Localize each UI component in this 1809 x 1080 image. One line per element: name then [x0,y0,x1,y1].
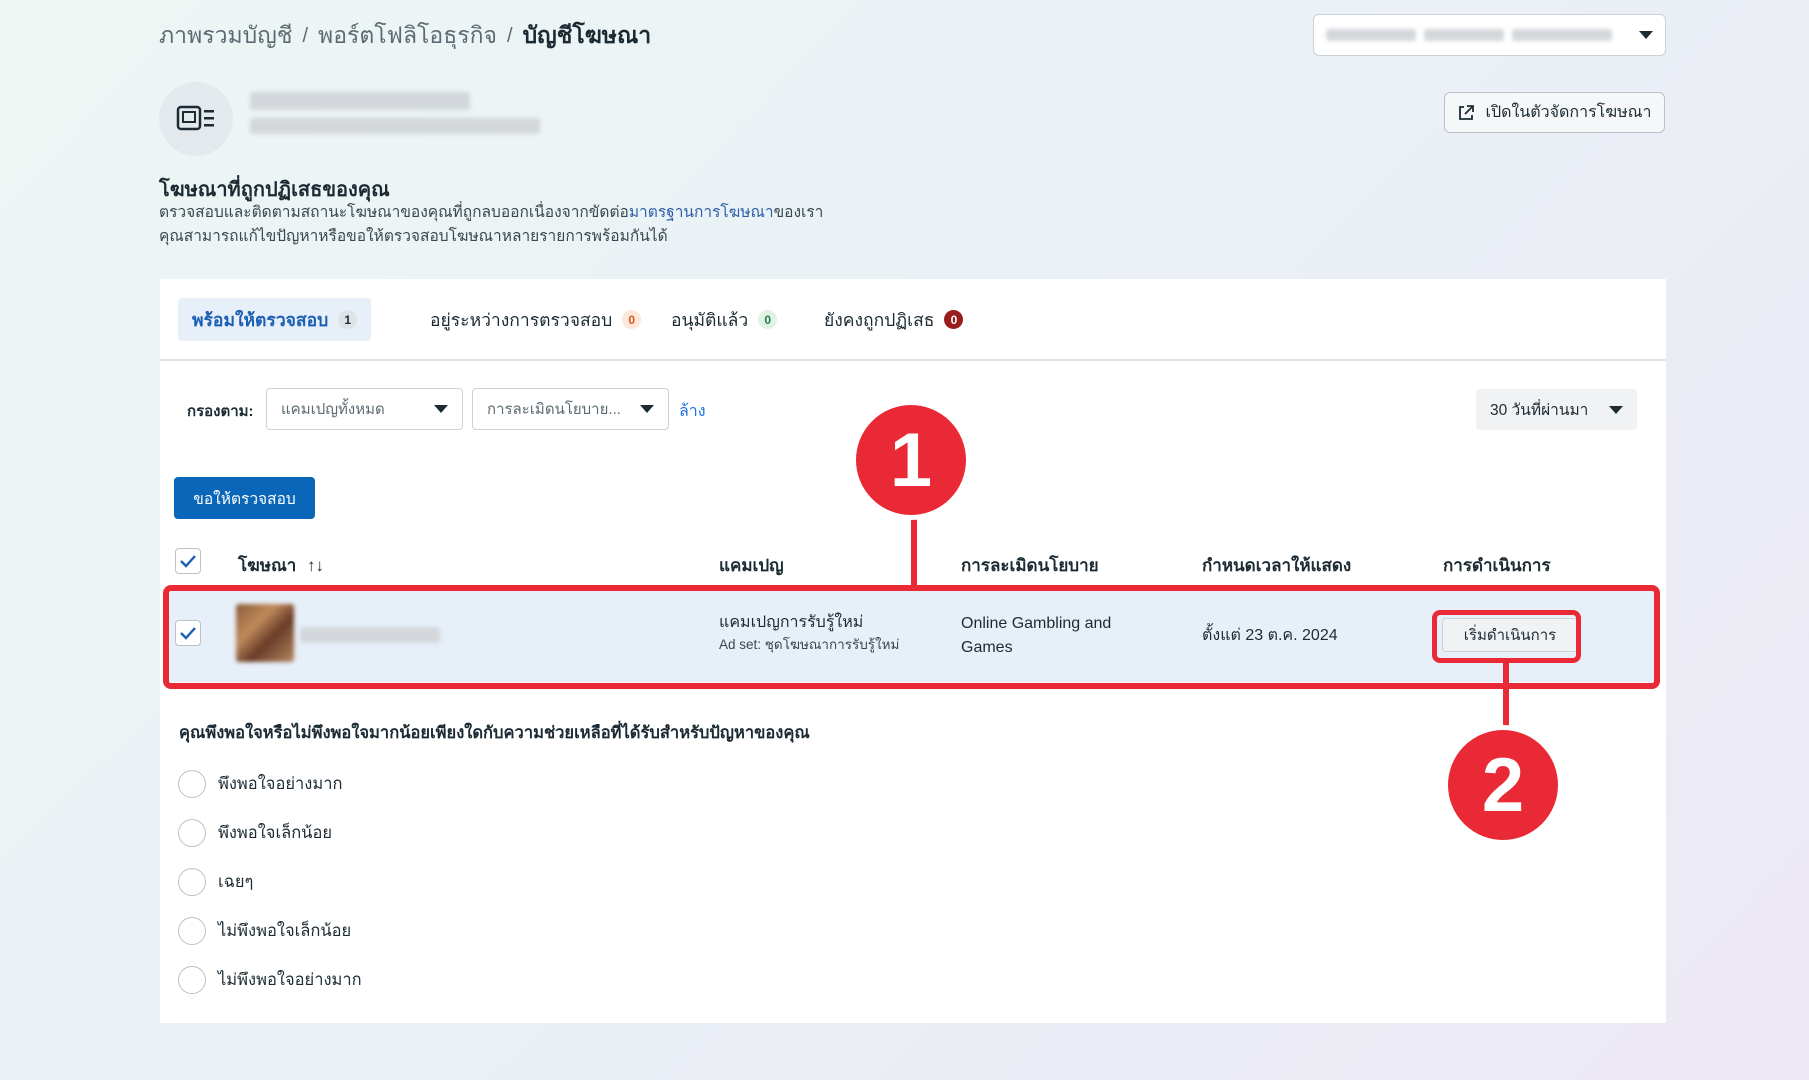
tab-label: อยู่ระหว่างการตรวจสอบ [430,309,613,330]
tab-label: อนุมัติแล้ว [671,309,749,330]
redacted-account-id [250,118,540,134]
sort-icon[interactable]: ↑↓ [307,556,324,575]
annotation-connector [1503,663,1509,729]
column-header-policy: การละเมิดนโยบาย [961,556,1099,575]
policy-filter-dropdown[interactable]: การละเมิดนโยบาย... [472,388,669,430]
radio-label: ไม่พึงพอใจอย่างมาก [218,971,362,989]
column-header-action: การดำเนินการ [1443,556,1551,575]
button-highlight-annotation [1432,610,1581,663]
checkmark-icon [180,555,196,568]
tab-label: ยังคงถูกปฏิเสธ [824,309,935,330]
tab-in-review[interactable]: อยู่ระหว่างการตรวจสอบ 0 [416,298,655,341]
radio-button[interactable] [178,819,206,847]
count-badge: 0 [944,310,964,329]
breadcrumb: ภาพรวมบัญชี / พอร์ตโฟลิโอธุรกิจ / บัญชีโ… [159,18,651,54]
radio-option-somewhat-dissatisfied[interactable]: ไม่พึงพอใจเล็กน้อย [178,917,351,945]
redacted-account-name [1424,29,1504,41]
column-header-campaign: แคมเปญ [719,556,784,575]
radio-button[interactable] [178,770,206,798]
breadcrumb-separator: / [507,24,513,47]
chevron-down-icon [434,405,448,413]
radio-option-very-dissatisfied[interactable]: ไม่พึงพอใจอย่างมาก [178,966,362,994]
breadcrumb-item-ad-account: บัญชีโฆษณา [522,22,652,48]
tab-still-rejected[interactable]: ยังคงถูกปฏิเสธ 0 [810,298,977,341]
status-tabs: พร้อมให้ตรวจสอบ 1 อยู่ระหว่างการตรวจสอบ … [160,279,1666,361]
radio-button[interactable] [178,868,206,896]
advertising-standards-link[interactable]: มาตรฐานการโฆษณา [629,204,774,221]
annotation-marker-2: 2 [1443,725,1563,845]
account-selector[interactable] [1313,14,1666,56]
count-badge: 0 [622,310,642,329]
page-description: ตรวจสอบและติดตามสถานะโฆษณาของคุณที่ถูกลบ… [159,201,823,249]
tab-ready-for-review[interactable]: พร้อมให้ตรวจสอบ 1 [178,298,372,341]
request-review-button[interactable]: ขอให้ตรวจสอบ [174,477,315,519]
external-link-icon [1459,104,1475,120]
count-badge: 1 [338,310,358,329]
radio-option-very-satisfied[interactable]: พึงพอใจอย่างมาก [178,770,342,798]
radio-label: พึงพอใจเล็กน้อย [218,824,333,842]
filter-label: กรองตาม: [187,403,254,420]
date-range-dropdown[interactable]: 30 วันที่ผ่านมา [1476,389,1637,430]
description-text: ของเรา [773,204,824,221]
breadcrumb-item-business-portfolio[interactable]: พอร์ตโฟลิโอธุรกิจ [318,18,497,54]
radio-label: พึงพอใจอย่างมาก [218,775,343,793]
redacted-account-name [1512,29,1612,41]
chevron-down-icon [640,405,654,413]
annotation-connector [911,512,917,586]
radio-label: เฉยๆ [218,873,254,891]
tab-approved[interactable]: อนุมัติแล้ว 0 [657,298,791,341]
radio-button[interactable] [178,966,206,994]
select-all-checkbox[interactable] [175,548,201,574]
clear-filters-link[interactable]: ล้าง [679,399,706,424]
column-header-label: โฆษณา [238,556,297,575]
chevron-down-icon [1639,31,1653,39]
satisfaction-question: คุณพึงพอใจหรือไม่พึงพอใจมากน้อยเพียงใดกั… [179,724,810,742]
open-in-ads-manager-button[interactable]: เปิดในตัวจัดการโฆษณา [1444,92,1665,133]
description-line-2: คุณสามารถแก้ไขปัญหาหรือขอให้ตรวจสอบโฆษณา… [159,228,668,245]
column-header-ad[interactable]: โฆษณา ↑↓ [238,552,324,579]
breadcrumb-separator: / [302,24,309,47]
radio-option-somewhat-satisfied[interactable]: พึงพอใจเล็กน้อย [178,819,332,847]
redacted-account-name [1326,29,1416,41]
redacted-account-title [250,92,470,110]
tab-label: พร้อมให้ตรวจสอบ [192,309,329,330]
radio-button[interactable] [178,917,206,945]
description-text: ตรวจสอบและติดตามสถานะโฆษณาของคุณที่ถูกลบ… [159,204,629,221]
breadcrumb-item-account-overview[interactable]: ภาพรวมบัญชี [159,18,292,54]
radio-option-neutral[interactable]: เฉยๆ [178,868,253,896]
annotation-marker-1: 1 [851,400,971,520]
column-header-schedule: กำหนดเวลาให้แสดง [1202,556,1352,575]
chevron-down-icon [1609,405,1623,414]
date-range-value: 30 วันที่ผ่านมา [1490,402,1589,419]
open-in-ads-manager-label: เปิดในตัวจัดการโฆษณา [1485,104,1652,121]
radio-label: ไม่พึงพอใจเล็กน้อย [218,922,352,940]
ad-account-icon [159,82,233,156]
dropdown-value: แคมเปญทั้งหมด [281,401,385,418]
count-badge: 0 [758,310,778,329]
dropdown-value: การละเมิดนโยบาย... [487,401,621,418]
campaign-filter-dropdown[interactable]: แคมเปญทั้งหมด [266,388,463,430]
